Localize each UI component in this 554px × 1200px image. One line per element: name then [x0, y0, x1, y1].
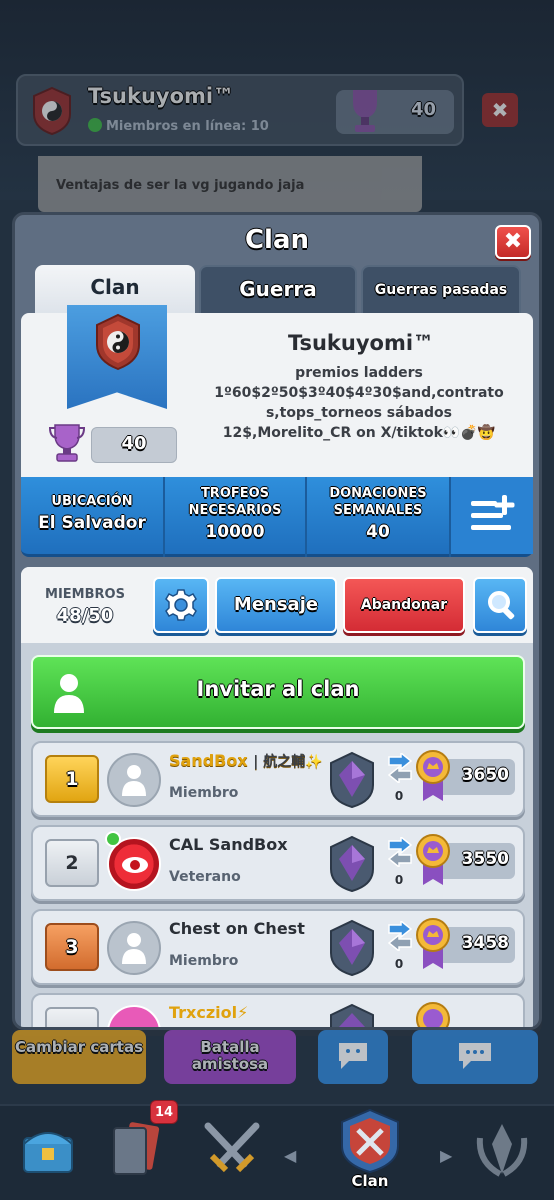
message-button[interactable]: Mensaje [215, 577, 337, 633]
clan-description: premios ladders 1º60$2º50$3º40$4º30$and,… [214, 365, 504, 441]
clan-info-panel: 40 Tsukuyomi™ premios ladders 1º60$2º50$… [21, 305, 533, 479]
arena-league-icon [330, 919, 374, 977]
modal-title: Clan [244, 225, 310, 255]
medal-icon [416, 834, 450, 885]
nav-clan-label: Clan [351, 1172, 389, 1190]
clan-badge-icon [33, 86, 71, 136]
trophy-icon [353, 90, 377, 132]
chat-emote-button[interactable] [318, 1030, 388, 1084]
clan-trophies: 40 [91, 427, 177, 463]
clan-stats-row: UBICACIÓN El Salvador TROFEOS NECESARIOS… [21, 477, 533, 557]
background-close-button: ✖ [482, 93, 518, 127]
medal-icon [416, 750, 450, 801]
member-name: Chest on Chest [169, 919, 305, 938]
members-label: MIEMBROS [45, 587, 125, 602]
member-role: Veterano [169, 869, 241, 885]
tab-past-wars[interactable]: Guerras pasadas [361, 265, 521, 315]
online-members-label: Miembros en línea: 10 [88, 118, 269, 134]
donation-count: 0 [394, 789, 404, 803]
gear-icon [165, 589, 197, 621]
eye-icon [122, 857, 148, 873]
member-role: Miembro [169, 953, 239, 969]
member-name: SandBox | 航之輔✨ [169, 751, 323, 770]
friendly-battle-button[interactable]: Batalla amistosa [164, 1030, 296, 1084]
online-dot-icon [88, 118, 102, 132]
donation-arrows-icon [387, 837, 413, 867]
person-icon [122, 765, 146, 796]
member-trophies: 3650 [441, 759, 515, 795]
settings-button[interactable] [153, 577, 209, 633]
close-button[interactable]: ✖ [495, 225, 531, 259]
member-row[interactable]: 2 CAL SandBox Veterano 0 3550 [31, 825, 525, 901]
clan-crest-icon [341, 1108, 399, 1174]
rank-badge: 1 [45, 755, 99, 803]
member-name: Trxcziol⚡ [169, 1003, 249, 1022]
member-row[interactable]: 3 Chest on Chest Miembro 0 3458 [31, 909, 525, 985]
members-header: MIEMBROS 48/50 Mensaje Abandonar [21, 567, 533, 643]
clan-menu-button[interactable] [451, 477, 533, 554]
donation-count: 0 [394, 957, 404, 971]
crossed-swords-icon [204, 1122, 260, 1173]
avatar [107, 921, 161, 975]
search-icon [488, 591, 515, 620]
background-clan-name: Tsukuyomi™ [88, 84, 235, 108]
chat-bubble-icon [459, 1043, 491, 1069]
donation-arrows-icon [387, 921, 413, 951]
laurel-icon [476, 1124, 528, 1177]
avatar [107, 753, 161, 807]
background-trophy-box: 40 [336, 90, 454, 134]
search-button[interactable] [473, 577, 527, 633]
donation-arrows-icon [387, 753, 413, 783]
person-icon [122, 933, 146, 964]
chest-icon [23, 1132, 73, 1173]
member-trophies: 3458 [441, 927, 515, 963]
members-count: 48/50 [56, 605, 114, 626]
member-row[interactable]: 1 SandBox | 航之輔✨ Miembro 0 3650 [31, 741, 525, 817]
bottom-action-bar: Cambiar cartas Batalla amistosa [0, 1024, 554, 1104]
medal-icon [416, 918, 450, 969]
trade-cards-button[interactable]: Cambiar cartas [12, 1030, 146, 1084]
nav-shop[interactable] [12, 1114, 92, 1194]
clan-name: Tsukuyomi™ [287, 331, 435, 355]
trophy-icon [49, 424, 85, 462]
stat-weekly-donations: DONACIONES SEMANALES 40 [329, 486, 427, 542]
rank-badge: 3 [45, 923, 99, 971]
new-cards-badge: 14 [150, 1100, 178, 1124]
bottom-nav: ◀ ▶ [0, 1104, 554, 1200]
tab-war[interactable]: Guerra [199, 265, 357, 315]
emote-icon [339, 1043, 367, 1069]
background-chat-message: Ventajas de ser la vg jugando jaja [38, 156, 422, 212]
clan-banner [67, 305, 167, 409]
background-clan-header: Tsukuyomi™ Miembros en línea: 10 40 [16, 74, 464, 146]
stat-required-trophies: TROFEOS NECESARIOS 10000 [188, 486, 282, 542]
rank-badge: 2 [45, 839, 99, 887]
member-role: Miembro [169, 785, 239, 801]
nav-cards[interactable] [100, 1114, 180, 1194]
invite-button[interactable]: Invitar al clan [31, 655, 525, 729]
nav-events[interactable] [466, 1114, 546, 1194]
list-add-icon [471, 495, 515, 530]
online-status-icon [105, 831, 121, 847]
chat-button[interactable] [412, 1030, 538, 1084]
members-panel: MIEMBROS 48/50 Mensaje Abandonar Invitar… [21, 567, 533, 1027]
nav-battle[interactable] [196, 1114, 276, 1194]
member-name: CAL SandBox [169, 835, 288, 854]
nav-right-arrow-icon[interactable]: ▶ [440, 1146, 452, 1165]
stat-location: UBICACIÓN El Salvador [38, 494, 146, 533]
member-trophies: 3550 [441, 843, 515, 879]
clan-badge-icon [96, 313, 140, 371]
arena-league-icon [330, 835, 374, 893]
nav-left-arrow-icon[interactable]: ◀ [284, 1146, 296, 1165]
leave-button[interactable]: Abandonar [343, 577, 465, 633]
clan-modal: Clan ✖ Clan Guerra Guerras pasadas 40 Ts… [12, 212, 542, 1030]
donation-count: 0 [394, 873, 404, 887]
arena-league-icon [330, 751, 374, 809]
